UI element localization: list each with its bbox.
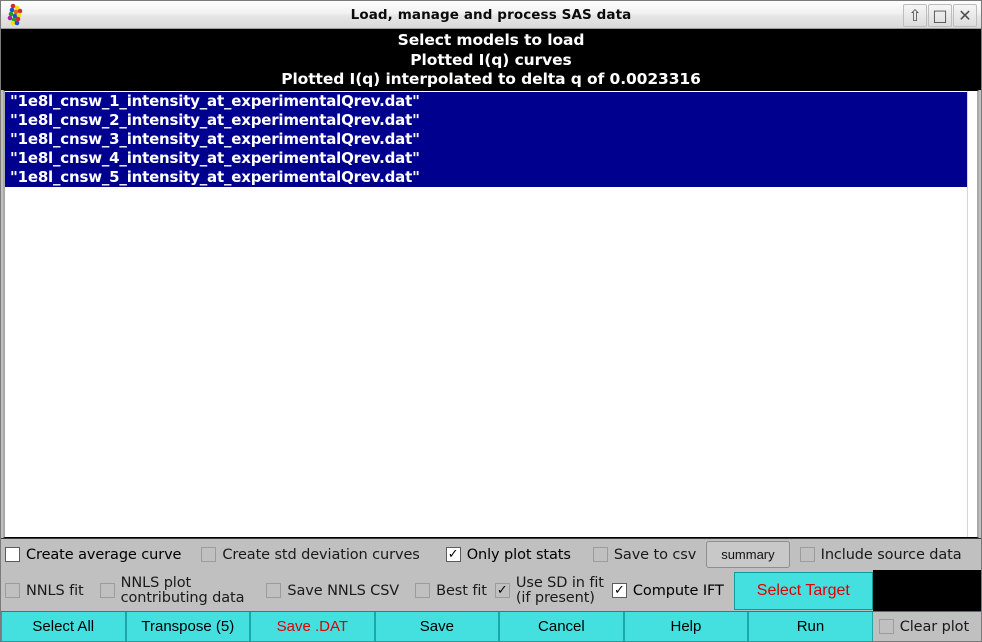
checkbox-box[interactable] — [201, 547, 217, 562]
checkbox-label: Compute IFT — [632, 582, 724, 599]
list-item[interactable]: "1e8l_cnsw_3_intensity_at_experimentalQr… — [5, 129, 967, 149]
checkbox-use-sd-in-fit[interactable]: ✓ Use SD in fit (if present) — [494, 574, 604, 606]
checkbox-save-to-csv[interactable]: Save to csv — [592, 546, 697, 563]
checkbox-create-std-deviation-curves[interactable]: Create std deviation curves — [201, 546, 420, 563]
checkbox-create-average-curve[interactable]: Create average curve — [5, 547, 181, 563]
checkbox-only-plot-stats[interactable]: ✓ Only plot stats — [445, 546, 571, 563]
checkbox-best-fit[interactable]: Best fit — [415, 583, 487, 599]
molecule-cluster-icon — [4, 2, 30, 28]
checkbox-box[interactable]: ✓ — [611, 583, 627, 598]
save-button[interactable]: Save — [374, 612, 500, 641]
checkbox-box[interactable] — [5, 583, 20, 598]
header-line-2: Plotted I(q) curves — [410, 50, 572, 69]
save-dat-button[interactable]: Save .DAT — [250, 612, 375, 641]
checkbox-label: Include source data — [820, 546, 962, 563]
minimize-icon[interactable]: ⇧ — [903, 4, 927, 27]
checkbox-label: Best fit — [436, 582, 487, 599]
checkbox-nnls-fit[interactable]: NNLS fit — [5, 583, 84, 599]
empty-black-area — [872, 570, 981, 611]
checkbox-label-line-1: Use SD in fit — [515, 574, 604, 591]
checkbox-box[interactable] — [415, 583, 431, 598]
list-item[interactable]: "1e8l_cnsw_5_intensity_at_experimentalQr… — [5, 167, 967, 187]
select-all-button[interactable]: Select All — [1, 612, 126, 641]
checkbox-save-nnls-csv[interactable]: Save NNLS CSV — [266, 583, 399, 599]
checkbox-clear-plot[interactable]: Clear plot — [878, 618, 970, 635]
checkbox-label: Use SD in fit (if present) — [515, 574, 604, 606]
summary-button[interactable]: summary — [706, 541, 790, 568]
title-bar: Load, manage and process SAS data ⇧ □ ✕ — [1, 1, 981, 29]
checkbox-label-line-2: contributing data — [120, 589, 245, 606]
run-button[interactable]: Run — [748, 612, 873, 641]
transpose-button[interactable]: Transpose (5) — [125, 612, 251, 641]
checkbox-box[interactable] — [99, 583, 115, 598]
checkbox-include-source-data[interactable]: Include source data — [799, 546, 962, 563]
list-item[interactable]: "1e8l_cnsw_1_intensity_at_experimentalQr… — [5, 91, 967, 111]
checkbox-compute-ift[interactable]: ✓ Compute IFT — [611, 582, 724, 599]
close-icon[interactable]: ✕ — [953, 4, 977, 27]
window-title: Load, manage and process SAS data — [350, 6, 632, 23]
checkbox-label: Save NNLS CSV — [287, 582, 400, 599]
list-item[interactable]: "1e8l_cnsw_2_intensity_at_experimentalQr… — [5, 110, 967, 130]
checkbox-label: Create average curve — [26, 546, 182, 563]
checkbox-nnls-plot-contributing-data[interactable]: NNLS plot contributing data — [99, 574, 245, 606]
checkbox-box[interactable] — [266, 583, 282, 598]
checkbox-label: Create std deviation curves — [222, 546, 420, 563]
cancel-button[interactable]: Cancel — [499, 612, 624, 641]
list-scrollbar[interactable] — [967, 90, 977, 537]
application-window: Load, manage and process SAS data ⇧ □ ✕ … — [0, 0, 982, 642]
checkbox-label: NNLS plot contributing data — [120, 574, 245, 606]
clear-plot-container: Clear plot — [872, 612, 982, 641]
checkbox-label: Save to csv — [613, 546, 697, 563]
checkbox-box[interactable]: ✓ — [494, 583, 510, 598]
checkbox-box[interactable] — [878, 619, 894, 634]
checkbox-box[interactable] — [592, 547, 608, 562]
help-button[interactable]: Help — [623, 612, 749, 641]
checkbox-box[interactable] — [5, 547, 20, 562]
checkbox-label: Clear plot — [899, 618, 970, 635]
checkbox-box[interactable]: ✓ — [445, 547, 461, 562]
model-file-list-body[interactable]: "1e8l_cnsw_1_intensity_at_experimentalQr… — [5, 90, 967, 537]
options-row-1: Create average curve Create std deviatio… — [1, 539, 981, 570]
bottom-button-bar: Select All Transpose (5) Save .DAT Save … — [1, 611, 982, 641]
options-row-2: NNLS fit NNLS plot contributing data Sav… — [1, 570, 981, 611]
header-banner: Select models to load Plotted I(q) curve… — [1, 29, 981, 90]
checkbox-label-line-2: (if present) — [515, 589, 595, 606]
list-item[interactable]: "1e8l_cnsw_4_intensity_at_experimentalQr… — [5, 148, 967, 168]
select-target-button[interactable]: Select Target — [733, 571, 873, 610]
options-panel: Create average curve Create std deviatio… — [1, 538, 981, 611]
header-line-3: Plotted I(q) interpolated to delta q of … — [281, 70, 701, 88]
header-line-1: Select models to load — [397, 31, 585, 49]
checkbox-label: NNLS fit — [26, 582, 84, 599]
model-file-list[interactable]: "1e8l_cnsw_1_intensity_at_experimentalQr… — [3, 89, 979, 538]
window-controls: ⇧ □ ✕ — [903, 4, 977, 27]
maximize-icon[interactable]: □ — [928, 4, 952, 27]
checkbox-label: Only plot stats — [466, 546, 571, 563]
checkbox-label-line-1: NNLS plot — [120, 574, 192, 591]
checkbox-box[interactable] — [799, 547, 815, 562]
